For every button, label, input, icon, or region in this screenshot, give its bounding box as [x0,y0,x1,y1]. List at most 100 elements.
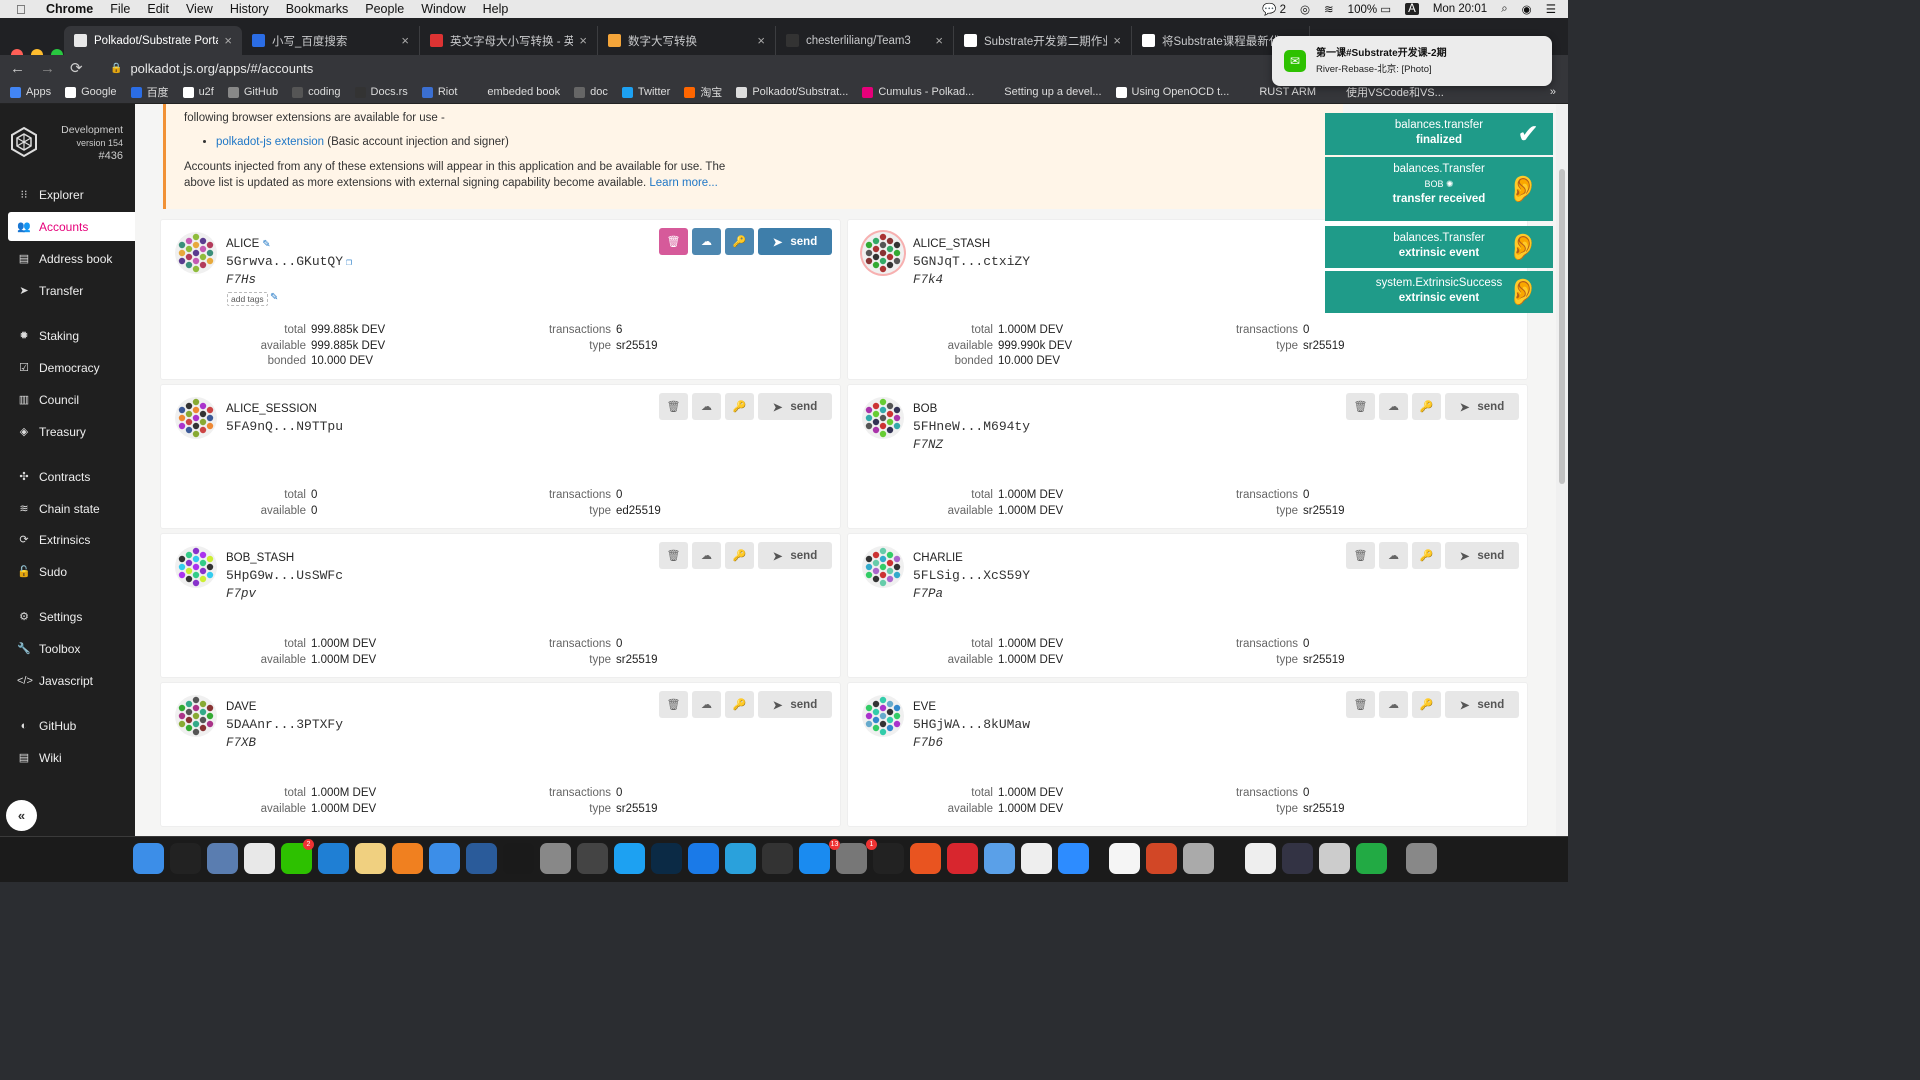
change-password-button[interactable]: 🔑 [1412,542,1441,569]
sidebar-item-accounts[interactable]: 👥 Accounts [8,212,135,241]
bookmark-item[interactable]: Twitter [621,86,670,98]
menu-history[interactable]: History [230,2,269,16]
send-button[interactable]: ➤ send [1445,691,1519,718]
menu-people[interactable]: People [365,2,404,16]
change-password-button[interactable]: 🔑 [1412,691,1441,718]
account-address[interactable]: 5FHneW...M694ty [913,419,1030,434]
instruments-icon[interactable] [577,843,608,874]
backup-account-button[interactable]: ☁ [692,393,721,420]
edit-name-icon[interactable]: ✎ [262,239,270,250]
creative-cloud-icon[interactable]: ◎ [1300,2,1310,16]
preview-icon[interactable] [207,843,238,874]
send-button[interactable]: ➤ send [1445,393,1519,420]
account-address[interactable]: 5Grwva...GKutQY ❐ [226,254,352,269]
sidebar-item-toolbox[interactable]: 🔧 Toolbox [8,634,135,663]
forget-account-button[interactable]: 🗑 [659,691,688,718]
tab-close-icon[interactable]: × [935,33,943,48]
siri-icon[interactable]: ◉ [1522,2,1532,16]
forget-account-button[interactable]: 🗑 [659,542,688,569]
tab-close-icon[interactable]: × [757,33,765,48]
sidebar-item-democracy[interactable]: ☑ Democracy [8,353,135,382]
notes-icon[interactable] [1109,843,1140,874]
browser-tab[interactable]: 数字大写转换 × [598,26,776,55]
sidebar-item-github[interactable]: ◐ GitHub [8,711,135,740]
browser-tab[interactable]: 英文字母大小写转换 - 英文大 × [420,26,598,55]
browser-tab[interactable]: Polkadot/Substrate Portal × [64,26,242,55]
account-address[interactable]: 5HpG9w...UsSWFc [226,568,343,583]
bookmark-item[interactable]: Google [65,86,117,98]
sidebar-item-transfer[interactable]: ➤ Transfer [8,276,135,305]
account-address[interactable]: 5FLSig...XcS59Y [913,568,1030,583]
account-identicon[interactable] [862,546,904,588]
account-address[interactable]: 5HGjWA...8kUMaw [913,717,1030,732]
chrome-icon[interactable] [244,843,275,874]
input-source[interactable]: A [1405,3,1419,15]
wifi-icon[interactable]: ≋ [1324,2,1334,16]
sidebar-item-chain-state[interactable]: ≋ Chain state [8,494,135,523]
send-button[interactable]: ➤ send [758,691,832,718]
help-icon[interactable] [762,843,793,874]
tab-close-icon[interactable]: × [224,33,232,48]
bookmark-item[interactable]: Riot [421,86,457,98]
backup-account-button[interactable]: ☁ [1379,691,1408,718]
bookmark-item[interactable]: u2f [182,86,214,98]
event-notification[interactable]: system.ExtrinsicSuccess extrinsic event 👂 [1325,271,1553,313]
reload-icon[interactable]: ⟳ [70,59,86,77]
control-center-icon[interactable]: ☰ [1546,2,1556,16]
sidebar-item-explorer[interactable]: ⁝⁝ Explorer [8,180,135,209]
add-tags-button[interactable]: add tags [227,292,268,306]
forget-account-button[interactable]: 🗑 [659,228,688,255]
finder-icon[interactable] [133,843,164,874]
edit-tags-icon[interactable]: ✎ [270,292,278,303]
sublime-icon[interactable] [392,843,423,874]
backup-account-button[interactable]: ☁ [1379,542,1408,569]
forward-icon[interactable]: → [40,60,56,77]
activity-monitor-icon[interactable] [503,843,534,874]
browser-tab[interactable]: chesterliliang/Team3 × [776,26,954,55]
extension-link[interactable]: polkadot-js extension [216,136,324,148]
evernote-icon[interactable] [947,843,978,874]
wechat-status-icon[interactable]: 💬 2 [1262,2,1286,16]
menu-help[interactable]: Help [483,2,509,16]
event-notification[interactable]: balances.Transfer BOB ✺ transfer received 👂 [1325,157,1553,221]
sidebar-item-settings[interactable]: ⚙ Settings [8,602,135,631]
content-scrollbar[interactable] [1556,104,1568,836]
sidebar-item-council[interactable]: ▥ Council [8,385,135,414]
virtualbox-icon[interactable] [466,843,497,874]
bookmark-item[interactable]: 百度 [130,84,169,100]
vscode-icon[interactable] [318,843,349,874]
zoom-icon[interactable] [1058,843,1089,874]
screenshot-icon[interactable] [1282,843,1313,874]
skype-icon[interactable] [614,843,645,874]
menu-file[interactable]: File [110,2,130,16]
change-password-button[interactable]: 🔑 [725,393,754,420]
send-button[interactable]: ➤ send [1445,542,1519,569]
powerpoint-icon[interactable] [1146,843,1177,874]
browser-tab[interactable]: Substrate开发第二期作业名 × [954,26,1132,55]
tab-close-icon[interactable]: × [1113,33,1121,48]
menu-bookmarks[interactable]: Bookmarks [286,2,349,16]
display-icon[interactable] [1356,843,1387,874]
tab-close-icon[interactable]: × [401,33,409,48]
account-address[interactable]: 5DAAnr...3PTXFy [226,717,343,732]
qq-icon[interactable] [984,843,1015,874]
bookmark-item[interactable]: 淘宝 [684,84,722,100]
menu-edit[interactable]: Edit [147,2,169,16]
apple-icon[interactable]:  [16,2,32,17]
change-password-button[interactable]: 🔑 [1412,393,1441,420]
menu-window[interactable]: Window [421,2,465,16]
menubar-clock[interactable]: Mon 20:01 [1433,3,1487,15]
sidebar-item-wiki[interactable]: ▤ Wiki [8,743,135,772]
forget-account-button[interactable]: 🗑 [1346,691,1375,718]
lock-icon[interactable]: 🔒 [110,63,122,74]
account-identicon[interactable] [175,546,217,588]
account-identicon[interactable] [862,232,904,274]
document-icon[interactable] [1245,843,1276,874]
sidebar-item-contracts[interactable]: ✣ Contracts [8,462,135,491]
sidebar-item-address-book[interactable]: ▤ Address book [8,244,135,273]
bookmarks-overflow-icon[interactable]: » [1550,86,1556,98]
sidebar-item-extrinsics[interactable]: ⟳ Extrinsics [8,525,135,554]
send-button[interactable]: ➤ send [758,542,832,569]
bookmark-item[interactable]: coding [292,86,341,98]
event-notification[interactable]: balances.Transfer extrinsic event 👂 [1325,226,1553,268]
